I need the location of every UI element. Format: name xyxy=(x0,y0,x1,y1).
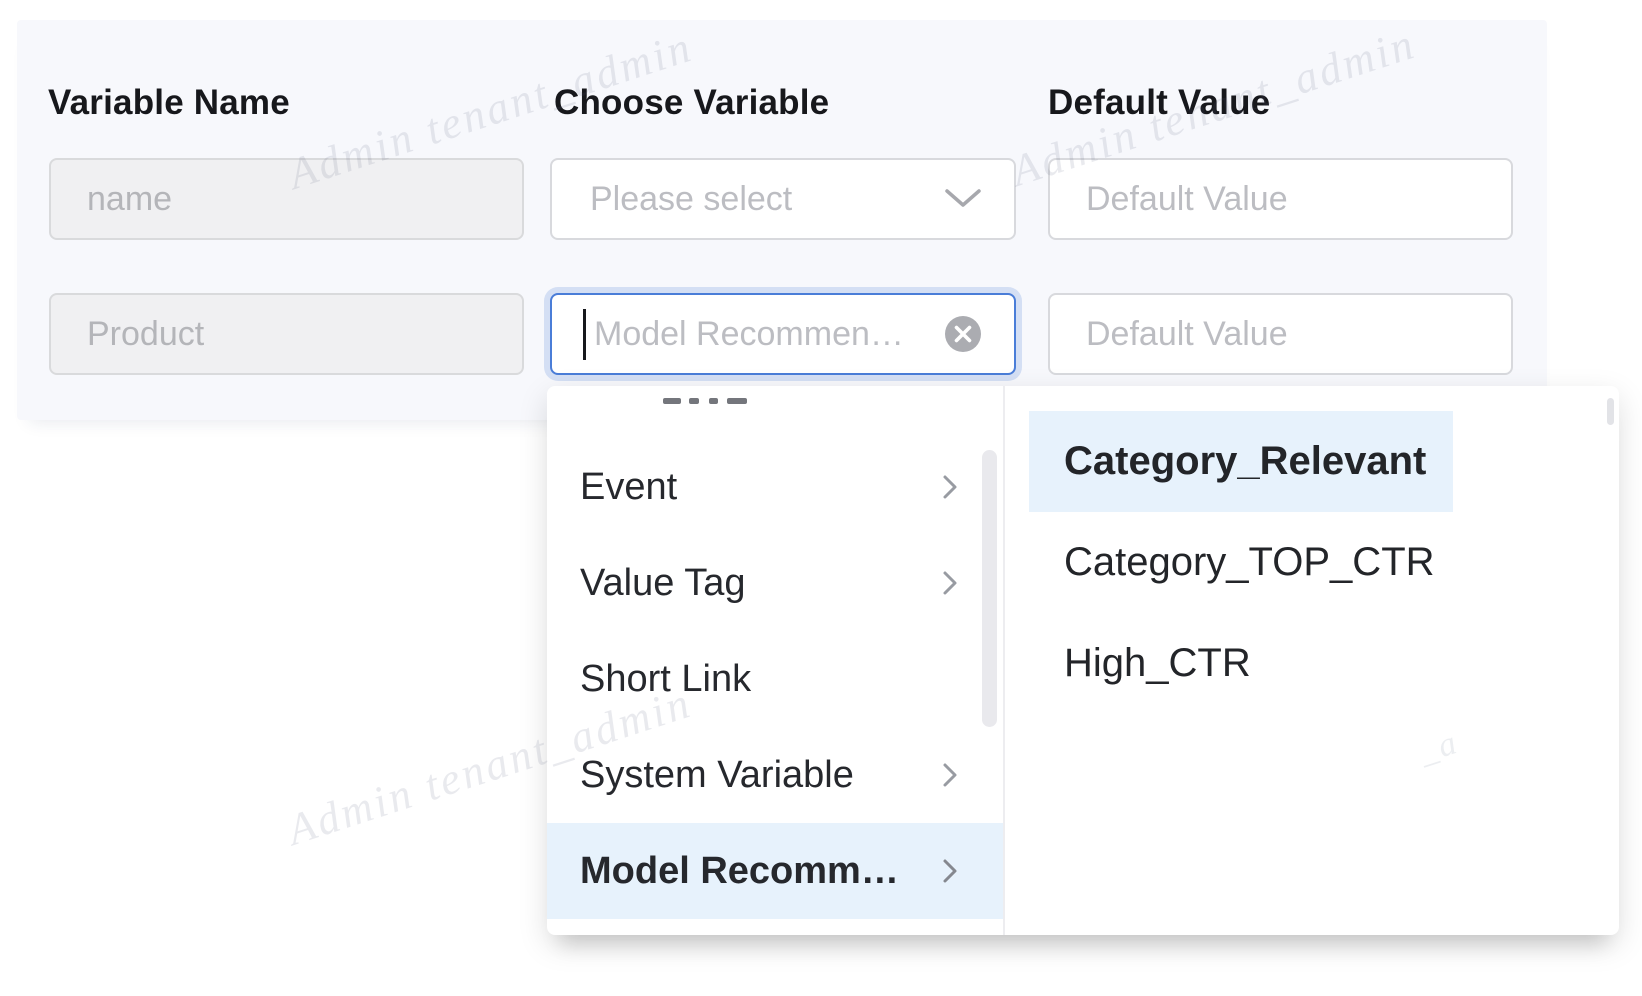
menu-item-short-link[interactable]: Short Link xyxy=(547,631,1003,727)
submenu-item-category-relevant[interactable]: Category_Relevant xyxy=(1029,411,1453,512)
variable-form-panel: Variable Name Choose Variable Default Va… xyxy=(17,20,1547,420)
variable-name-header: Variable Name xyxy=(48,83,290,123)
choose-variable-select-row1[interactable]: Please select xyxy=(550,158,1016,240)
circle-x-icon xyxy=(944,315,982,353)
default-value-header: Default Value xyxy=(1048,83,1270,123)
menu-item-model-recommend[interactable]: Model Recomm… xyxy=(547,823,1003,919)
select-value: Model Recommen… xyxy=(594,315,904,354)
default-value-input-row1[interactable] xyxy=(1048,158,1513,240)
menu-item-system-variable[interactable]: System Variable xyxy=(547,727,1003,823)
chevron-down-icon xyxy=(944,188,982,210)
text-cursor xyxy=(583,309,586,360)
cascader-menu-level2: Category_Relevant Category_TOP_CTR High_… xyxy=(1005,386,1617,935)
default-value-input-row2[interactable] xyxy=(1048,293,1513,375)
cascader-menu-level1: Event Value Tag Short Link System Variab… xyxy=(547,386,1005,935)
submenu-item-high-ctr[interactable]: High_CTR xyxy=(1029,613,1453,714)
chevron-right-icon xyxy=(942,856,959,886)
chevron-right-icon xyxy=(942,568,959,598)
clear-selection-button[interactable] xyxy=(944,315,982,353)
chevron-right-icon xyxy=(942,472,959,502)
choose-variable-header: Choose Variable xyxy=(554,83,829,123)
variable-name-input-row2[interactable] xyxy=(49,293,524,375)
choose-variable-select-row2[interactable]: Model Recommen… xyxy=(550,293,1016,375)
select-placeholder: Please select xyxy=(590,180,792,219)
menu1-scrollbar-thumb[interactable] xyxy=(982,450,997,727)
menu-item-event[interactable]: Event xyxy=(547,439,1003,535)
menu-item-value-tag[interactable]: Value Tag xyxy=(547,535,1003,631)
menu2-scrollbar-thumb[interactable] xyxy=(1607,398,1614,425)
cascader-dropdown: Event Value Tag Short Link System Variab… xyxy=(547,386,1619,935)
variable-name-input-row1[interactable] xyxy=(49,158,524,240)
chevron-right-icon xyxy=(942,760,959,790)
screen: Variable Name Choose Variable Default Va… xyxy=(0,0,1642,996)
submenu-item-category-top-ctr[interactable]: Category_TOP_CTR xyxy=(1029,512,1453,613)
